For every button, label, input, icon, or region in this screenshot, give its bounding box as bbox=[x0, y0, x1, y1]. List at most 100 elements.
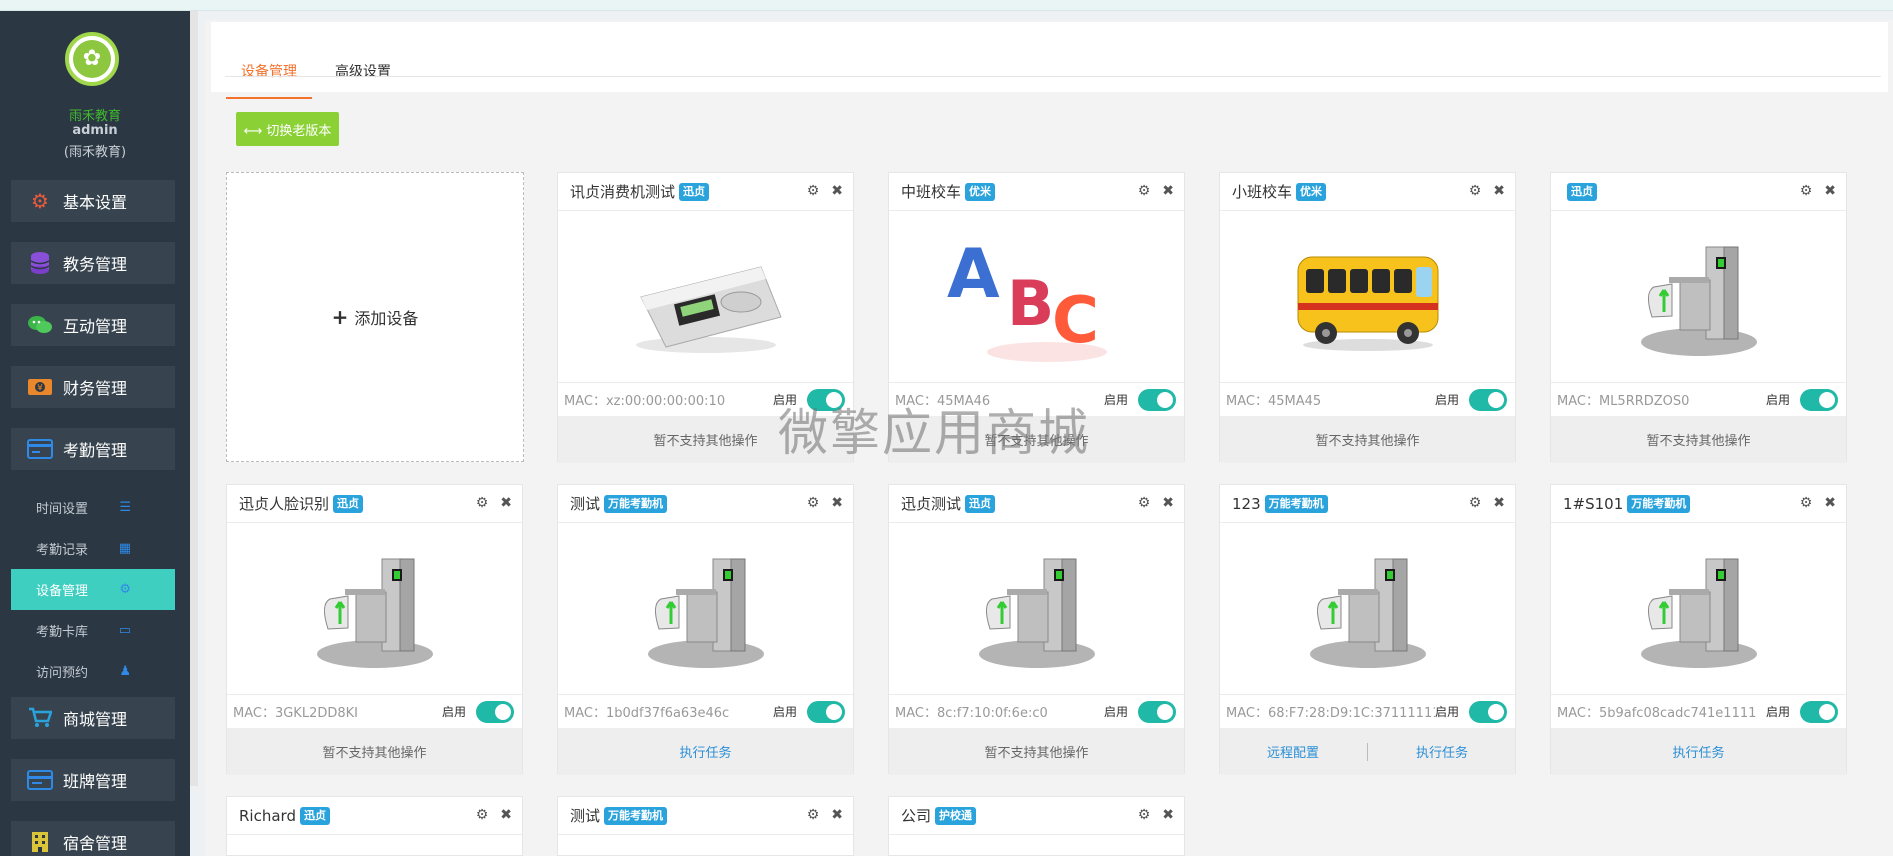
device-type-badge: 迅贞 bbox=[679, 182, 710, 201]
device-type-badge: 迅贞 bbox=[965, 494, 996, 513]
sidebar-scrollbar[interactable] bbox=[190, 11, 198, 786]
settings-gear-icon[interactable]: ⚙ bbox=[1138, 183, 1151, 199]
menu-dorm[interactable]: 宿舍管理 bbox=[11, 821, 175, 856]
device-card: 小班校车 优米 ⚙ ✖ MAC：45MA45 启用 暂不支持其他操作 bbox=[1219, 172, 1516, 463]
settings-gear-icon[interactable]: ⚙ bbox=[807, 183, 820, 199]
settings-gear-icon[interactable]: ⚙ bbox=[807, 495, 820, 511]
device-type-badge: 万能考勤机 bbox=[604, 494, 668, 513]
device-title: 小班校车 bbox=[1232, 183, 1293, 201]
menu-mall[interactable]: 商城管理 bbox=[11, 697, 175, 739]
settings-gear-icon[interactable]: ⚙ bbox=[807, 807, 820, 823]
enable-toggle[interactable] bbox=[1138, 388, 1176, 411]
execute-task-link[interactable]: 执行任务 bbox=[1416, 742, 1468, 761]
execute-task-link[interactable]: 执行任务 bbox=[1672, 742, 1724, 761]
device-card-actions: 暂不支持其他操作 bbox=[227, 728, 522, 775]
submenu-visit-appointment[interactable]: 访问预约 ♟ bbox=[11, 651, 175, 692]
device-card-actions: 执行任务 bbox=[558, 728, 853, 775]
menu-basic-settings[interactable]: ⚙ 基本设置 bbox=[11, 180, 175, 222]
settings-gear-icon[interactable]: ⚙ bbox=[476, 807, 489, 823]
device-card: 测试 万能考勤机 ⚙ ✖ MAC：1b0df37f6a63e46c 启用 执行任务 bbox=[557, 484, 854, 775]
remote-config-link[interactable]: 远程配置 bbox=[1267, 742, 1319, 761]
enable-toggle[interactable] bbox=[1800, 388, 1838, 411]
device-type-badge: 优米 bbox=[965, 182, 996, 201]
close-icon[interactable]: ✖ bbox=[1162, 807, 1174, 823]
device-card-header: 迅贞人脸识别 迅贞 ⚙ ✖ bbox=[227, 485, 522, 523]
close-icon[interactable]: ✖ bbox=[1162, 183, 1174, 199]
close-icon[interactable]: ✖ bbox=[500, 495, 512, 511]
menu-teaching[interactable]: 教务管理 bbox=[11, 242, 175, 284]
device-card-footer: MAC：ML5RRDZOS0 启用 bbox=[1551, 382, 1846, 416]
add-device-card[interactable]: + 添加设备 bbox=[226, 172, 524, 462]
grid-icon: ▦ bbox=[118, 541, 131, 556]
close-icon[interactable]: ✖ bbox=[831, 495, 843, 511]
cart-icon bbox=[27, 705, 53, 731]
settings-gear-icon[interactable]: ⚙ bbox=[1469, 495, 1482, 511]
device-card-actions: 暂不支持其他操作 bbox=[558, 416, 853, 463]
switch-old-version-button[interactable]: ⟷ 切换老版本 bbox=[236, 112, 339, 146]
menu-finance[interactable]: ¥ 财务管理 bbox=[11, 366, 175, 408]
card-icon bbox=[27, 436, 53, 462]
close-icon[interactable]: ✖ bbox=[831, 807, 843, 823]
settings-gear-icon[interactable]: ⚙ bbox=[1800, 183, 1813, 199]
menu-attendance[interactable]: 考勤管理 bbox=[11, 428, 175, 470]
enable-label: 启用 bbox=[1103, 393, 1128, 407]
menu-interaction[interactable]: 互动管理 bbox=[11, 304, 175, 346]
device-card-header: 中班校车 优米 ⚙ ✖ bbox=[889, 173, 1184, 211]
turnstile-gate-image bbox=[558, 524, 853, 694]
device-card-footer: MAC：45MA46 启用 bbox=[889, 382, 1184, 416]
settings-gear-icon[interactable]: ⚙ bbox=[1138, 807, 1151, 823]
menu-label: 商城管理 bbox=[63, 710, 128, 729]
enable-toggle[interactable] bbox=[1138, 700, 1176, 723]
tab-device-management[interactable]: 设备管理 bbox=[226, 45, 312, 99]
device-card-actions: 远程配置 执行任务 bbox=[1220, 728, 1515, 775]
submenu-card-library[interactable]: 考勤卡库 ▭ bbox=[11, 610, 175, 651]
unsupported-text: 暂不支持其他操作 bbox=[1646, 434, 1751, 449]
enable-toggle[interactable] bbox=[1469, 388, 1507, 411]
settings-gear-icon[interactable]: ⚙ bbox=[1138, 495, 1151, 511]
close-icon[interactable]: ✖ bbox=[1493, 495, 1505, 511]
mac-address: MAC：ML5RRDZOS0 bbox=[1557, 394, 1690, 409]
divider bbox=[1367, 742, 1368, 761]
svg-text:¥: ¥ bbox=[37, 384, 43, 394]
submenu-label: 考勤记录 bbox=[36, 543, 89, 558]
device-title: 123 bbox=[1232, 494, 1261, 513]
enable-toggle[interactable] bbox=[476, 700, 514, 723]
mac-address: MAC：xz:00:00:00:00:10 bbox=[564, 394, 726, 409]
turnstile-gate-image bbox=[1551, 524, 1846, 694]
device-card-actions: 暂不支持其他操作 bbox=[889, 416, 1184, 463]
device-title: 中班校车 bbox=[901, 183, 962, 201]
submenu-attendance-records[interactable]: 考勤记录 ▦ bbox=[11, 528, 175, 569]
svg-text:B: B bbox=[1007, 267, 1054, 340]
device-title: 测试 bbox=[570, 495, 601, 513]
device-card: 迅贞人脸识别 迅贞 ⚙ ✖ MAC：3GKL2DD8KI 启用 暂不支持其他操作 bbox=[226, 484, 523, 775]
close-icon[interactable]: ✖ bbox=[1162, 495, 1174, 511]
mac-address: MAC：5b9afc08cadc741e1111 bbox=[1557, 706, 1757, 721]
enable-toggle[interactable] bbox=[807, 388, 845, 411]
plus-icon: + bbox=[331, 305, 349, 329]
menu-label: 考勤管理 bbox=[63, 441, 128, 460]
close-icon[interactable]: ✖ bbox=[831, 183, 843, 199]
leaf-icon: ✿ bbox=[73, 40, 111, 78]
user-name: admin bbox=[72, 123, 118, 138]
settings-gear-icon[interactable]: ⚙ bbox=[476, 495, 489, 511]
device-type-badge: 万能考勤机 bbox=[1264, 494, 1328, 513]
submenu-device-management[interactable]: 设备管理 ⚙ bbox=[11, 569, 175, 610]
close-icon[interactable]: ✖ bbox=[1824, 495, 1836, 511]
enable-label: 启用 bbox=[1765, 705, 1790, 719]
menu-class-board[interactable]: 班牌管理 bbox=[11, 759, 175, 801]
enable-toggle[interactable] bbox=[807, 700, 845, 723]
close-icon[interactable]: ✖ bbox=[1493, 183, 1505, 199]
tab-advanced-settings[interactable]: 高级设置 bbox=[323, 45, 403, 99]
enable-toggle[interactable] bbox=[1800, 700, 1838, 723]
close-icon[interactable]: ✖ bbox=[500, 807, 512, 823]
cogs-icon: ⚙ bbox=[119, 582, 131, 597]
close-icon[interactable]: ✖ bbox=[1824, 183, 1836, 199]
execute-task-link[interactable]: 执行任务 bbox=[679, 742, 731, 761]
menu-label: 互动管理 bbox=[63, 317, 128, 336]
menu-label: 财务管理 bbox=[63, 379, 128, 398]
attendance-submenu: 时间设置 ☰ 考勤记录 ▦ 设备管理 ⚙ 考勤卡库 ▭ 访问预约 ♟ bbox=[11, 487, 175, 687]
settings-gear-icon[interactable]: ⚙ bbox=[1800, 495, 1813, 511]
enable-toggle[interactable] bbox=[1469, 700, 1507, 723]
submenu-time-settings[interactable]: 时间设置 ☰ bbox=[11, 487, 175, 528]
settings-gear-icon[interactable]: ⚙ bbox=[1469, 183, 1482, 199]
